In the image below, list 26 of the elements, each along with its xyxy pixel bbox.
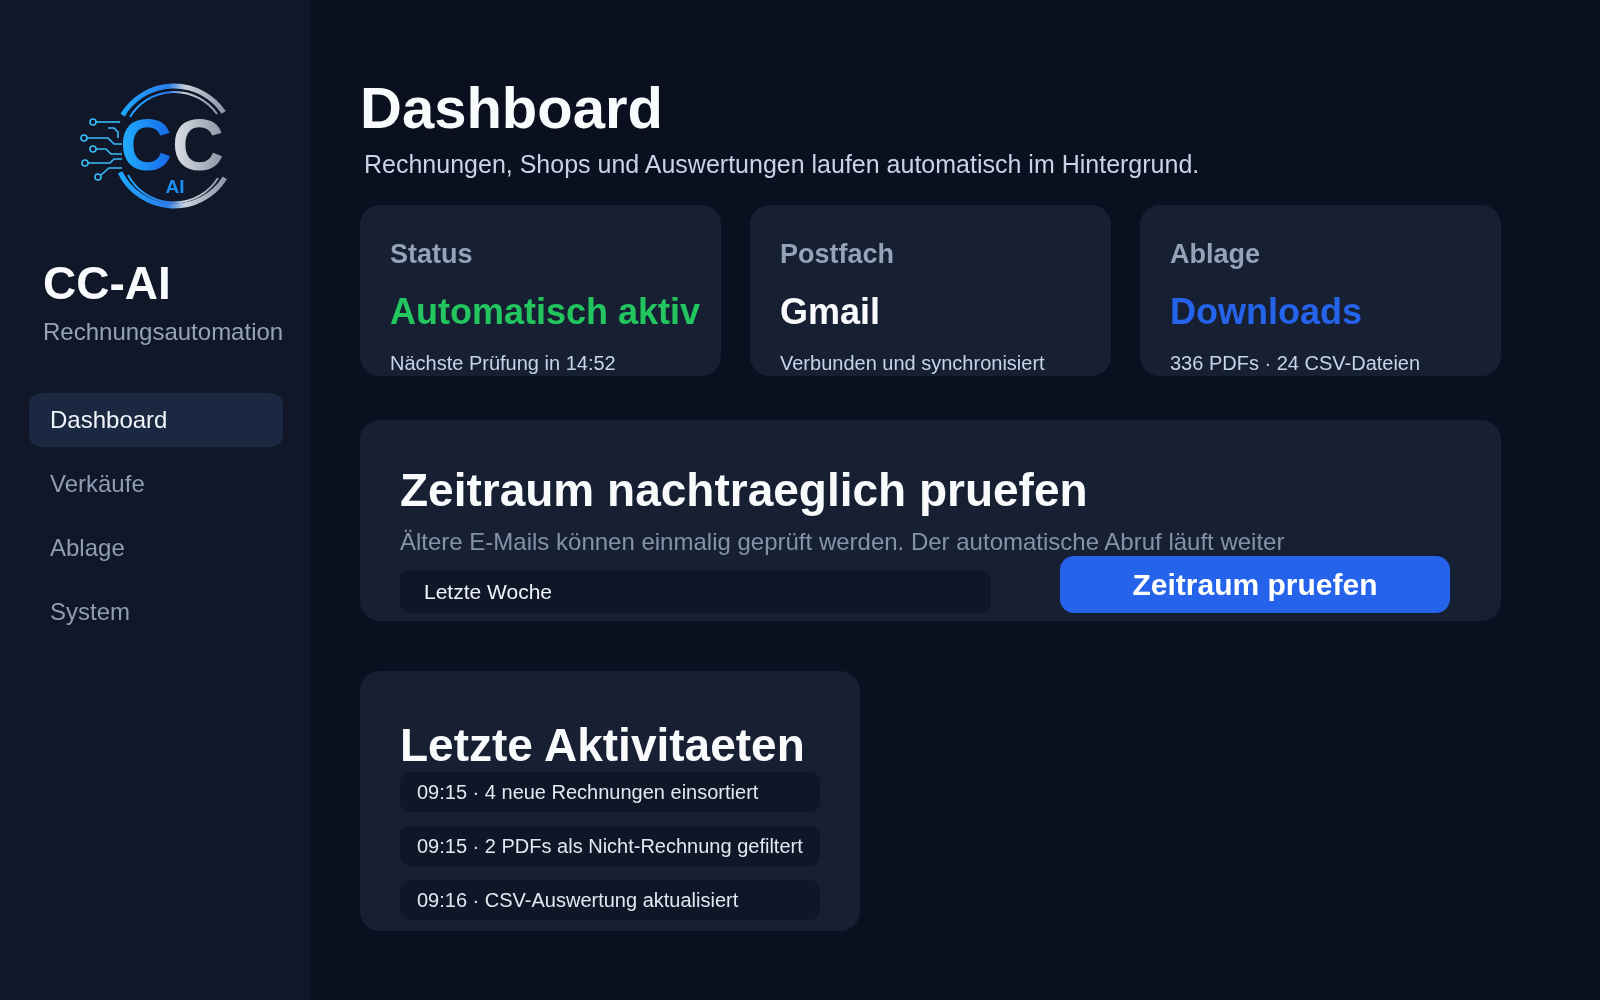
nav-item[interactable]: Verkäufe (29, 457, 283, 511)
nav-item[interactable]: Dashboard (29, 393, 283, 447)
panel-title: Zeitraum nachtraeglich pruefen (400, 463, 1088, 517)
page-subtitle: Rechnungen, Shops und Auswertungen laufen automatisch im Hintergrund. (364, 149, 1200, 179)
activity-entry: 09:15 · 2 PDFs als Nicht-Rechnung gefiltert (400, 826, 820, 866)
activity-entry: 09:15 · 4 neue Rechnungen einsortiert (400, 772, 820, 812)
app-logo: CC AI (80, 80, 230, 212)
panel-description: Ältere E-Mails können einmalig geprüft werden. Der automatische Abruf läuft weiter (400, 529, 1285, 555)
check-period-button[interactable]: Zeitraum pruefen (1060, 556, 1450, 613)
card-detail: Nächste Prüfung in 14:52 (390, 351, 616, 376)
page-title: Dashboard (360, 75, 663, 141)
card-value: Downloads (1170, 290, 1362, 334)
app-subtitle: Rechnungsautomation (43, 318, 284, 346)
card-value: Automatisch aktiv (390, 290, 701, 334)
nav-item[interactable]: Ablage (29, 521, 283, 575)
card-label: Status (390, 238, 473, 270)
nav-item[interactable]: System (29, 585, 283, 639)
card-detail: Verbunden und synchronisiert (780, 351, 1045, 376)
card-label: Ablage (1170, 238, 1261, 270)
app-name: CC-AI (43, 258, 171, 308)
panel-title: Letzte Aktivitaeten (400, 718, 805, 772)
card-label: Postfach (780, 238, 895, 270)
period-field[interactable]: Letzte Woche (400, 570, 991, 613)
card-detail: 336 PDFs · 24 CSV-Dateien (1170, 351, 1421, 376)
activity-entry: 09:16 · CSV-Auswertung aktualisiert (400, 880, 820, 920)
card-value: Gmail (780, 290, 881, 334)
